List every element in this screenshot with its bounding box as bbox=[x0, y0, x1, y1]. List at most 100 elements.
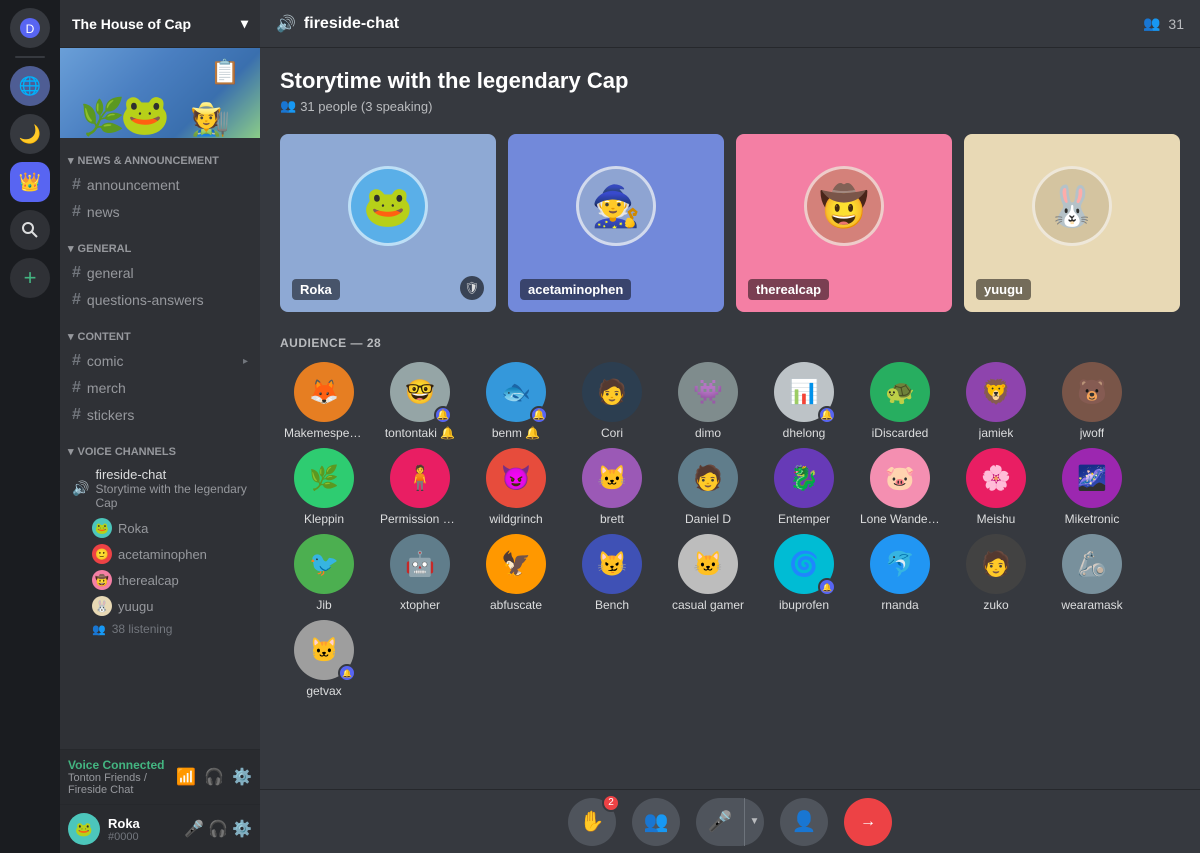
audience-member-tontontaki[interactable]: 🤓🔔 tontontaki 🔔 bbox=[376, 362, 464, 440]
speaker-card-roka[interactable]: 🐸 Roka 🛡 bbox=[280, 134, 496, 312]
audience-name: rnanda bbox=[881, 598, 918, 612]
audience-member-wearamask[interactable]: 🦾 wearamask bbox=[1048, 534, 1136, 612]
invite-button[interactable]: 👥 bbox=[632, 798, 680, 846]
voice-user-name: therealcap bbox=[118, 573, 179, 588]
audience-member-entemper[interactable]: 🐉 Entemper bbox=[760, 448, 848, 526]
channel-questions[interactable]: # questions-answers bbox=[64, 287, 256, 313]
audience-member-bench[interactable]: 😼 Bench bbox=[568, 534, 656, 612]
audience-member-idiscarded[interactable]: 🐢 iDiscarded bbox=[856, 362, 944, 440]
audience-member-lonewanderer[interactable]: 🐷 Lone Wanderer bbox=[856, 448, 944, 526]
audience-member-danield[interactable]: 🧑 Daniel D bbox=[664, 448, 752, 526]
voice-user-roka[interactable]: 🐸 Roka bbox=[60, 515, 260, 541]
audience-name: Lone Wanderer bbox=[860, 512, 940, 526]
raise-hand-button[interactable]: ✋ 2 bbox=[568, 798, 616, 846]
audience-avatar: 🤓🔔 bbox=[390, 362, 450, 422]
channel-header-left: 🔊 fireside-chat bbox=[276, 14, 399, 34]
speaker-avatar-yuugu: 🐰 bbox=[1032, 166, 1112, 246]
voice-user-yuugu[interactable]: 🐰 yuugu bbox=[60, 593, 260, 619]
leave-button[interactable]: → bbox=[844, 798, 892, 846]
channel-name: comic bbox=[87, 353, 124, 369]
audience-member-cori[interactable]: 🧑 Cori bbox=[568, 362, 656, 440]
speaker-card-therealcap[interactable]: 🤠 therealcap bbox=[736, 134, 952, 312]
search-button[interactable] bbox=[10, 210, 50, 250]
headset-icon[interactable]: 🎧 bbox=[204, 767, 224, 787]
voice-user-name-roka: Roka bbox=[118, 521, 148, 536]
audience-member-makemespeakrr[interactable]: 🦊 Makemespeakrr bbox=[280, 362, 368, 440]
audience-avatar: 🌀🔔 bbox=[774, 534, 834, 594]
audience-name: Makemespeakrr bbox=[284, 426, 364, 440]
channel-merch[interactable]: # merch bbox=[64, 375, 256, 401]
channel-general[interactable]: # general bbox=[64, 260, 256, 286]
channel-stickers[interactable]: # stickers bbox=[64, 402, 256, 428]
server-header[interactable]: The House of Cap ▾ bbox=[60, 0, 260, 48]
main-content: 🔊 fireside-chat 👥 31 Storytime with the … bbox=[260, 0, 1200, 853]
audience-member-kleppin[interactable]: 🌿 Kleppin bbox=[280, 448, 368, 526]
icon-rail: D 🌐 🌙 👑 + bbox=[0, 0, 60, 853]
audience-name: jamiek bbox=[979, 426, 1014, 440]
channel-announcement[interactable]: # announcement bbox=[64, 172, 256, 198]
server-icon-3[interactable]: 👑 bbox=[10, 162, 50, 202]
voice-channel-fireside[interactable]: 🔊 fireside-chat Storytime with the legen… bbox=[64, 463, 256, 514]
audience-member-dimo[interactable]: 👾 dimo bbox=[664, 362, 752, 440]
mic-button[interactable]: 🎤 bbox=[696, 798, 744, 846]
channel-header: 🔊 fireside-chat 👥 31 bbox=[260, 0, 1200, 48]
signal-icon[interactable]: 📶 bbox=[176, 767, 196, 787]
audience-member-wildgrinch[interactable]: 😈 wildgrinch bbox=[472, 448, 560, 526]
speaker-card-acetaminophen[interactable]: 🧙 acetaminophen bbox=[508, 134, 724, 312]
audience-member-dhelong[interactable]: 📊🔔 dhelong bbox=[760, 362, 848, 440]
audience-member-benm[interactable]: 🐟🔔 benm 🔔 bbox=[472, 362, 560, 440]
audience-name: Daniel D bbox=[685, 512, 731, 526]
speaker-name-therealcap: therealcap bbox=[748, 279, 829, 300]
audience-member-ibuprofen[interactable]: 🌀🔔 ibuprofen bbox=[760, 534, 848, 612]
channel-name: questions-answers bbox=[87, 292, 204, 308]
audience-member-brett[interactable]: 🐱 brett bbox=[568, 448, 656, 526]
channel-name: general bbox=[87, 265, 134, 281]
member-count: 31 bbox=[1168, 16, 1184, 32]
stage-area: Storytime with the legendary Cap 👥 31 pe… bbox=[260, 48, 1200, 789]
user-bar: 🐸 Roka #0000 🎤 🎧 ⚙️ bbox=[60, 804, 260, 853]
avatar-yuugu: 🐰 bbox=[92, 596, 112, 616]
add-server-button[interactable]: + bbox=[10, 258, 50, 298]
audience-member-miketronic[interactable]: 🌌 Miketronic bbox=[1048, 448, 1136, 526]
audience-avatar: 🤖 bbox=[390, 534, 450, 594]
hash-icon: # bbox=[72, 352, 81, 370]
audience-member-meishu[interactable]: 🌸 Meishu bbox=[952, 448, 1040, 526]
server-icon-1[interactable]: 🌐 bbox=[10, 66, 50, 106]
audience-member-jamiek[interactable]: 🦁 jamiek bbox=[952, 362, 1040, 440]
headphone-button[interactable]: 🎧 bbox=[208, 819, 228, 839]
audience-name: Entemper bbox=[778, 512, 830, 526]
speaker-avatar-therealcap: 🤠 bbox=[804, 166, 884, 246]
server-icon-2[interactable]: 🌙 bbox=[10, 114, 50, 154]
audience-name: ibuprofen bbox=[779, 598, 829, 612]
audience-avatar: 🧑 bbox=[966, 534, 1026, 594]
audience-name: Bench bbox=[595, 598, 629, 612]
audience-avatar: 🌸 bbox=[966, 448, 1026, 508]
audience-member-casualgamer[interactable]: 🐱 casual gamer bbox=[664, 534, 752, 612]
audience-member-jwoff[interactable]: 🐻 jwoff bbox=[1048, 362, 1136, 440]
audience-name: casual gamer bbox=[672, 598, 744, 612]
stage-subtitle: 👥 31 people (3 speaking) bbox=[280, 98, 1180, 114]
channel-type-icon: 🔊 bbox=[276, 14, 296, 34]
audience-name: zuko bbox=[983, 598, 1008, 612]
audience-member-zuko[interactable]: 🧑 zuko bbox=[952, 534, 1040, 612]
mute-button[interactable]: 🎤 bbox=[184, 819, 204, 839]
audience-avatar: 👾 bbox=[678, 362, 738, 422]
audience-avatar: 🐱 bbox=[678, 534, 738, 594]
channel-comic[interactable]: # comic ▸ bbox=[64, 348, 256, 374]
voice-user-therealcap[interactable]: 🤠 therealcap bbox=[60, 567, 260, 593]
add-speaker-button[interactable]: 👤 bbox=[780, 798, 828, 846]
discord-home-button[interactable]: D bbox=[10, 8, 50, 48]
voice-user-acetaminophen[interactable]: 🙂 acetaminophen bbox=[60, 541, 260, 567]
audience-member-xtopher[interactable]: 🤖 xtopher bbox=[376, 534, 464, 612]
audience-name: iDiscarded bbox=[872, 426, 929, 440]
mic-dropdown[interactable]: ▼ bbox=[744, 798, 764, 846]
speaker-card-yuugu[interactable]: 🐰 yuugu bbox=[964, 134, 1180, 312]
settings-voice-icon[interactable]: ⚙️ bbox=[232, 767, 252, 787]
audience-member-permissionman[interactable]: 🧍 Permission Man bbox=[376, 448, 464, 526]
audience-member-rnanda[interactable]: 🐬 rnanda bbox=[856, 534, 944, 612]
user-settings-button[interactable]: ⚙️ bbox=[232, 819, 252, 839]
audience-member-abfuscate[interactable]: 🦅 abfuscate bbox=[472, 534, 560, 612]
audience-member-jib[interactable]: 🐦 Jib bbox=[280, 534, 368, 612]
audience-member-getvax[interactable]: 🐱🔔 getvax bbox=[280, 620, 368, 698]
channel-news[interactable]: # news bbox=[64, 199, 256, 225]
